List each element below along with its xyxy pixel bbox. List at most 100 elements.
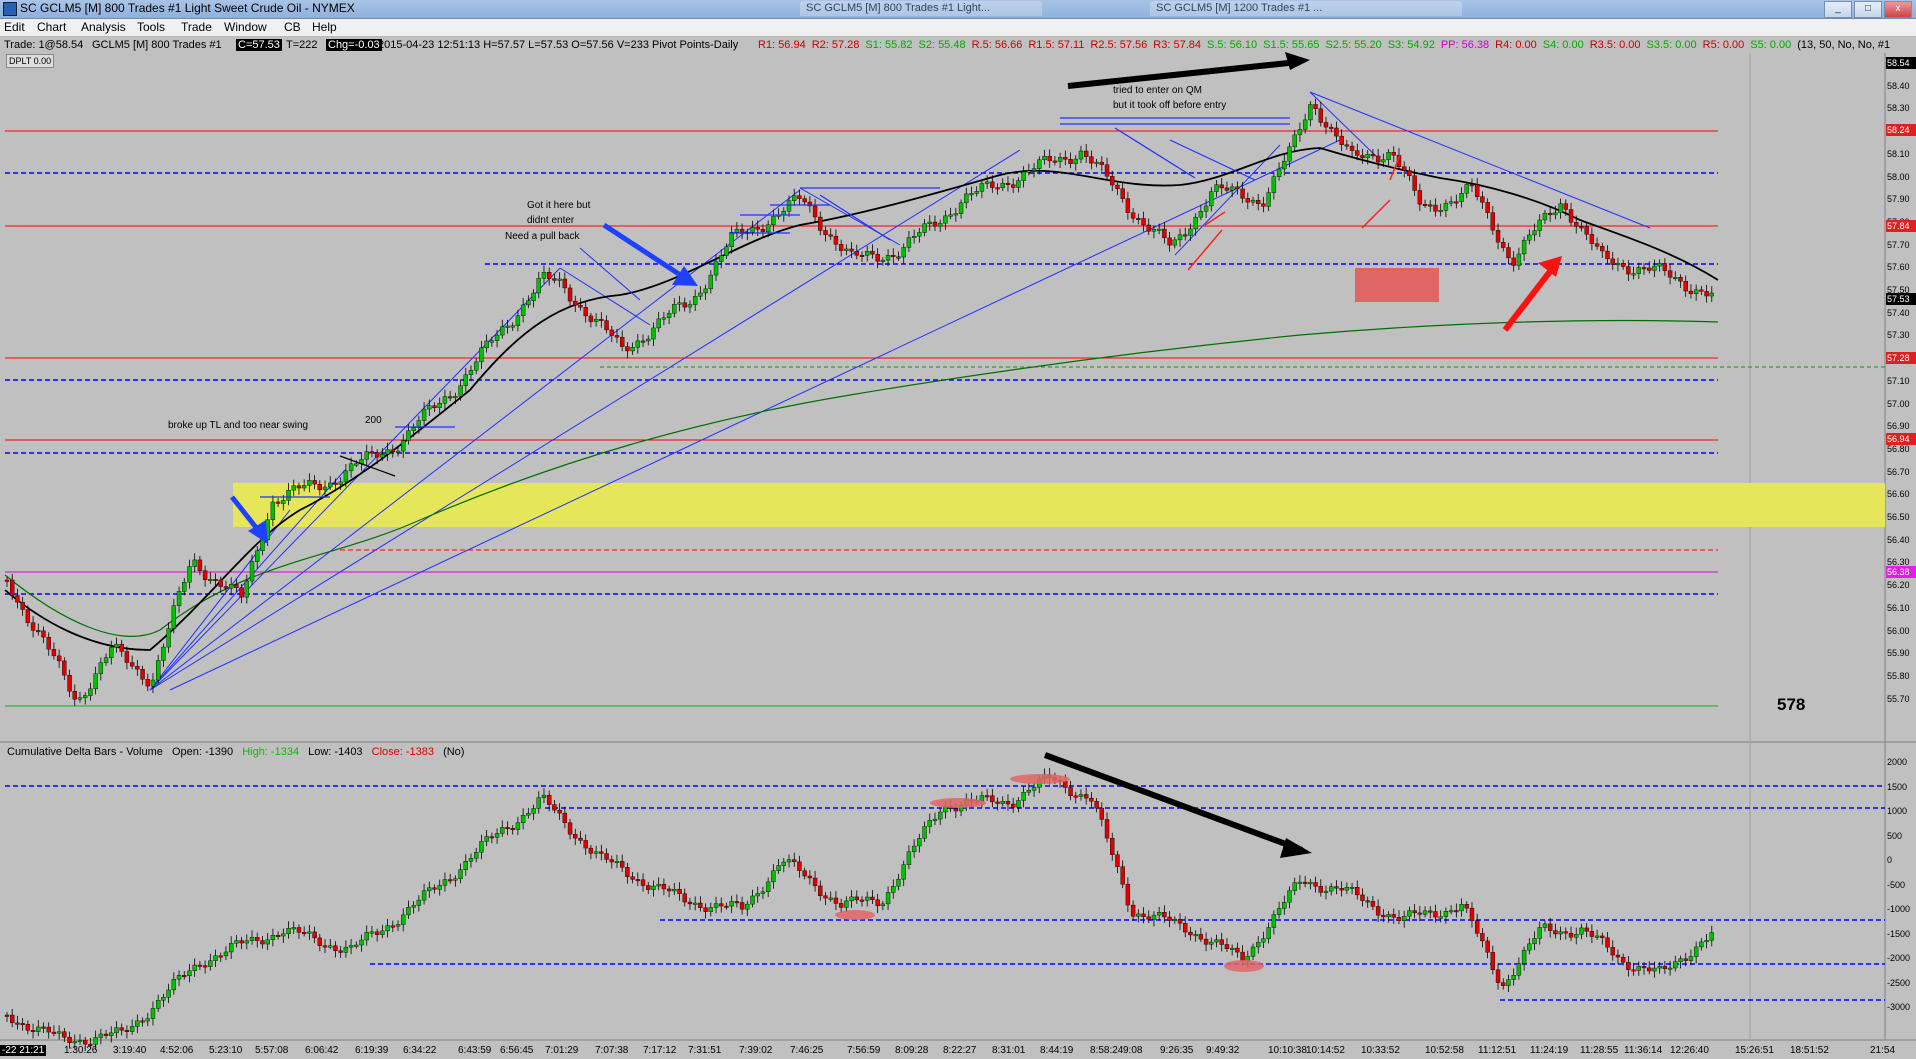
candle-body (692, 296, 698, 305)
candle-body (307, 931, 312, 934)
candle-body (781, 861, 786, 866)
candle-body (1355, 150, 1360, 156)
candle-body (1010, 803, 1016, 808)
candle-body (802, 198, 807, 203)
candle-body (328, 482, 333, 488)
bar-counter: 578 (1777, 695, 1806, 714)
time-axis-label: 7:46:25 (790, 1045, 824, 1056)
candle-body (1094, 801, 1099, 809)
candle-body (724, 905, 729, 908)
candle-body (223, 586, 229, 589)
candle-body (1688, 956, 1694, 961)
candle-body (1151, 914, 1157, 920)
candle-body (484, 340, 489, 349)
candle-body (1662, 965, 1668, 969)
candle-body (218, 955, 223, 958)
candle-body (432, 405, 437, 409)
price-axis-label: 55.70 (1887, 693, 1910, 704)
candle-body (1010, 184, 1016, 188)
candle-body (719, 903, 724, 907)
price-tag: 57.28 (1886, 352, 1916, 364)
candle-body (1459, 904, 1464, 912)
candle-body (515, 315, 521, 326)
candle-body (698, 902, 703, 908)
candle-body (1428, 910, 1433, 913)
candle-body (83, 695, 88, 698)
candle-body (1136, 913, 1141, 917)
candle-body (1641, 267, 1647, 270)
candle-body (1547, 212, 1553, 216)
candle-body (1527, 234, 1532, 241)
candle-body (124, 1030, 130, 1032)
candle-body (1605, 937, 1610, 948)
candle-body (797, 861, 802, 871)
candle-body (1271, 914, 1277, 928)
candle-body (1115, 854, 1120, 867)
candle-body (1381, 914, 1386, 918)
candle-body (1156, 912, 1162, 916)
price-axis-label: 58.00 (1887, 171, 1910, 182)
candle-body (343, 947, 349, 953)
candle-body (646, 338, 651, 342)
candle-body (338, 481, 343, 485)
candle-body (1375, 906, 1381, 916)
candle-body (312, 931, 317, 939)
candle-body (1308, 882, 1313, 885)
candle-body (1094, 161, 1099, 164)
candle-body (1026, 790, 1032, 793)
candle-body (1099, 807, 1105, 820)
delta-axis-label: -1000 (1887, 904, 1911, 914)
candle-body (1506, 247, 1511, 259)
time-axis-label: 7:31:51 (688, 1045, 722, 1056)
candle-body (1422, 910, 1428, 915)
candle-body (1224, 187, 1230, 191)
candle-body (1323, 890, 1329, 893)
price-chart[interactable] (0, 0, 1916, 1059)
candle-body (255, 550, 260, 562)
candle-body (1490, 212, 1496, 231)
candle-body (875, 253, 880, 262)
candle-body (1282, 902, 1287, 909)
lower-panel-name: Cumulative Delta Bars - Volume (7, 746, 163, 758)
candle-body (1214, 939, 1219, 943)
candle-body (719, 255, 724, 262)
candle-body (567, 287, 573, 302)
candle-body (1026, 170, 1032, 173)
candle-body (1375, 155, 1381, 163)
candle-body (25, 1024, 31, 1031)
candle-body (421, 890, 427, 901)
candle-body (322, 486, 328, 491)
candle-body (917, 838, 922, 847)
candle-body (1464, 904, 1469, 909)
candle-body (917, 232, 922, 237)
candle-body (1146, 224, 1151, 232)
candle-body (411, 905, 416, 908)
candle-body (468, 858, 474, 862)
candle-body (1172, 919, 1178, 922)
candle-body (1261, 203, 1266, 207)
candle-body (1313, 882, 1318, 887)
candle-body (938, 222, 943, 227)
price-axis-label: 58.40 (1887, 80, 1910, 91)
candle-body (129, 1026, 135, 1032)
candle-body (588, 315, 594, 322)
candle-body (901, 247, 906, 258)
candle-body (505, 827, 510, 830)
candle-body (1219, 939, 1224, 945)
candle-body (625, 346, 630, 352)
candle-body (1349, 887, 1355, 889)
candle-body (1459, 192, 1464, 202)
candle-body (83, 1039, 88, 1045)
delta-axis-label: 1500 (1887, 781, 1908, 792)
candle-body (348, 945, 354, 948)
candle-body (765, 881, 771, 892)
candle-body (703, 907, 708, 912)
candle-body (474, 852, 479, 859)
candle-body (1068, 787, 1073, 797)
candle-body (1349, 145, 1355, 151)
candle-body (536, 797, 541, 809)
candle-body (1370, 154, 1376, 157)
candle-body (1428, 204, 1433, 207)
candle-body (630, 876, 635, 880)
candle-body (1547, 923, 1553, 931)
